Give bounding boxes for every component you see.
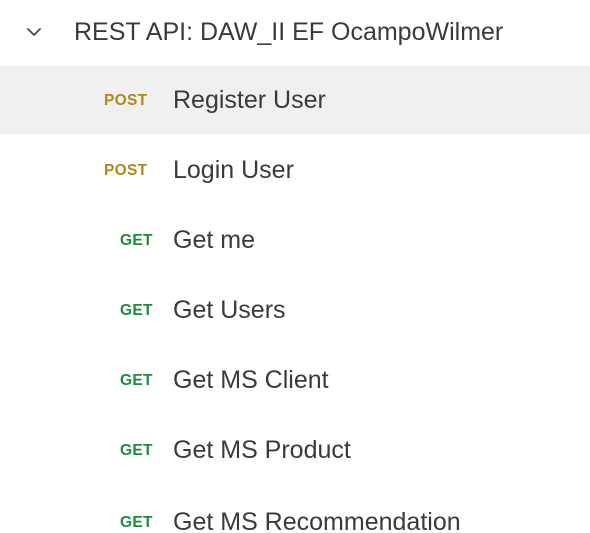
request-item-get-ms-client[interactable]: GET Get MS Client bbox=[0, 346, 590, 414]
method-badge-get: GET bbox=[120, 372, 153, 389]
request-name: Get me bbox=[173, 226, 255, 254]
request-item-get-me[interactable]: GET Get me bbox=[0, 206, 590, 274]
method-badge-get: GET bbox=[120, 514, 153, 531]
collection-tree: REST API: DAW_II EF OcampoWilmer POST Re… bbox=[0, 0, 590, 533]
request-item-login-user[interactable]: POST Login User bbox=[0, 136, 590, 204]
method-badge-post: POST bbox=[104, 162, 148, 179]
request-name: Get MS Recommendation bbox=[173, 508, 461, 533]
method-badge-get: GET bbox=[120, 442, 153, 459]
method-badge-get: GET bbox=[120, 232, 153, 249]
request-name: Login User bbox=[173, 156, 294, 184]
request-name: Register User bbox=[173, 86, 326, 114]
request-item-get-users[interactable]: GET Get Users bbox=[0, 276, 590, 344]
collection-header[interactable]: REST API: DAW_II EF OcampoWilmer bbox=[0, 0, 590, 66]
request-name: Get MS Product bbox=[173, 436, 351, 464]
request-item-register-user[interactable]: POST Register User bbox=[0, 66, 590, 134]
method-badge-get: GET bbox=[120, 302, 153, 319]
request-name: Get Users bbox=[173, 296, 286, 324]
request-item-get-ms-recommendation[interactable]: GET Get MS Recommendation bbox=[0, 486, 590, 533]
method-badge-post: POST bbox=[104, 92, 148, 109]
collection-name: REST API: DAW_II EF OcampoWilmer bbox=[74, 18, 504, 46]
request-name: Get MS Client bbox=[173, 366, 329, 394]
chevron-down-icon[interactable] bbox=[26, 24, 42, 40]
request-item-get-ms-product[interactable]: GET Get MS Product bbox=[0, 416, 590, 484]
